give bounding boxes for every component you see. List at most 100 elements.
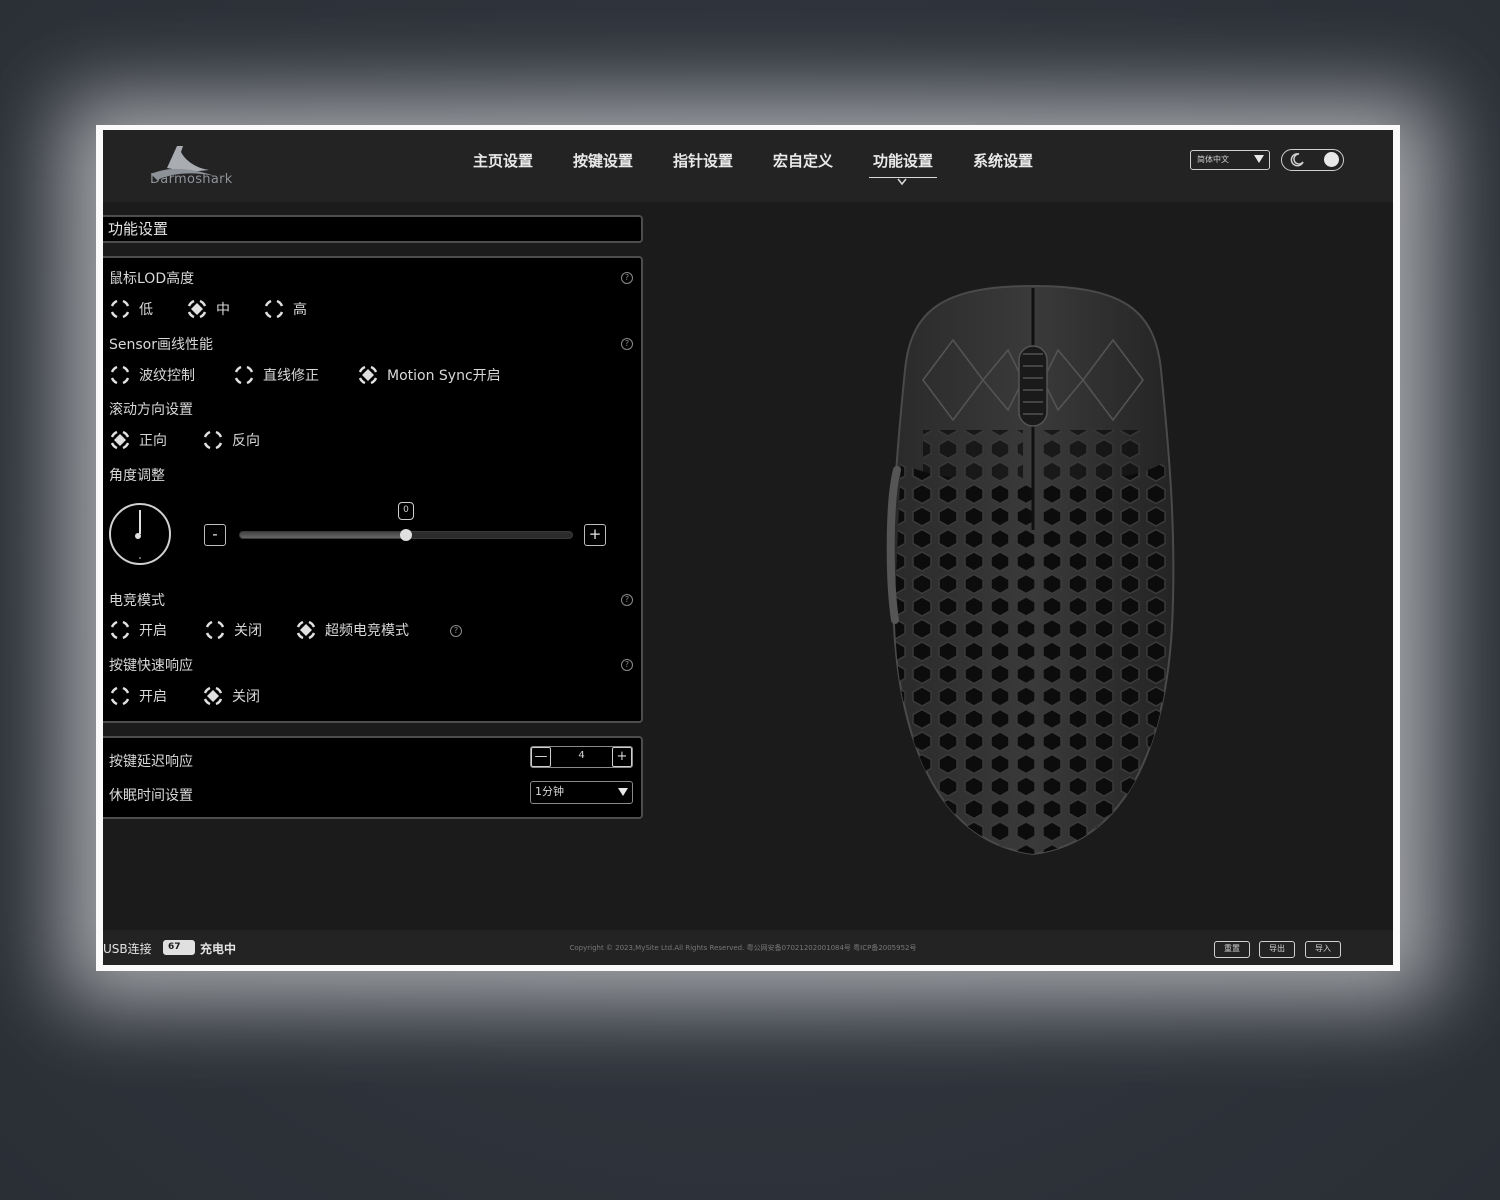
scroll-label: 滚动方向设置 xyxy=(109,402,193,418)
radio-checked-icon xyxy=(295,619,317,641)
delay-decrease-button[interactable]: — xyxy=(531,747,551,767)
fast-response-option-off[interactable]: 关闭 xyxy=(202,685,260,707)
angle-label: 角度调整 xyxy=(109,468,165,484)
radio-unchecked-icon xyxy=(109,364,131,386)
tab-pointer-settings[interactable]: 指针设置 xyxy=(653,150,753,182)
lod-help-icon[interactable]: ? xyxy=(621,272,633,284)
option-label: 波纹控制 xyxy=(139,368,195,384)
sleep-time-select[interactable]: 1分钟 xyxy=(530,781,633,804)
overclock-help-icon[interactable]: ? xyxy=(450,625,462,637)
esports-label: 电竞模式 xyxy=(109,593,165,609)
sun-icon xyxy=(1324,152,1339,167)
esports-help-icon[interactable]: ? xyxy=(621,594,633,606)
esports-option-off[interactable]: 关闭 xyxy=(204,619,262,641)
copyright-text: Copyright © 2023,MySite Ltd.All Rights R… xyxy=(569,944,917,952)
sleep-time-value: 1分钟 xyxy=(535,785,564,798)
delay-label: 按键延迟响应 xyxy=(109,754,193,770)
lod-option-high[interactable]: 高 xyxy=(263,298,307,320)
option-label: 关闭 xyxy=(232,689,260,705)
tab-label: 功能设置 xyxy=(872,152,933,170)
fast-response-label: 按键快速响应 xyxy=(109,658,193,674)
radio-checked-icon xyxy=(357,364,379,386)
fast-response-help-icon[interactable]: ? xyxy=(621,659,633,671)
delay-increase-button[interactable]: + xyxy=(612,747,632,767)
moon-icon xyxy=(1290,153,1304,167)
charging-status: 充电中 xyxy=(200,942,237,956)
chevron-down-icon xyxy=(1254,155,1264,163)
sensor-option-ripple[interactable]: 波纹控制 xyxy=(109,364,195,386)
radio-unchecked-icon xyxy=(202,429,224,451)
scroll-option-reverse[interactable]: 反向 xyxy=(202,429,260,451)
angle-value-bubble: 0 xyxy=(398,502,414,520)
mouse-image xyxy=(886,284,1175,856)
status-bar: USB连接 67 充电中 Copyright © 2023,MySite Ltd… xyxy=(103,930,1393,965)
tab-label: 宏自定义 xyxy=(772,152,833,170)
angle-slider-fill xyxy=(240,532,406,538)
angle-dial-icon xyxy=(109,503,171,565)
scroll-option-forward[interactable]: 正向 xyxy=(109,429,167,451)
connection-status: USB连接 xyxy=(103,942,152,956)
battery-icon: 67 xyxy=(163,940,195,955)
radio-checked-icon xyxy=(202,685,224,707)
theme-toggle[interactable] xyxy=(1281,149,1344,171)
tab-home-settings[interactable]: 主页设置 xyxy=(453,150,553,182)
import-button[interactable]: 导入 xyxy=(1305,941,1341,958)
reset-button[interactable]: 重置 xyxy=(1214,941,1250,958)
tab-label: 主页设置 xyxy=(472,152,533,170)
brand-name: Darmoshark xyxy=(150,172,233,187)
fast-response-option-on[interactable]: 开启 xyxy=(109,685,167,707)
angle-slider-thumb[interactable] xyxy=(400,529,412,541)
esports-option-on[interactable]: 开启 xyxy=(109,619,167,641)
option-label: Motion Sync开启 xyxy=(387,368,501,384)
lod-option-mid[interactable]: 中 xyxy=(186,298,230,320)
page-title: 功能设置 xyxy=(103,215,643,243)
option-label: 高 xyxy=(293,302,307,318)
sensor-help-icon[interactable]: ? xyxy=(621,338,633,350)
tab-label: 系统设置 xyxy=(972,152,1033,170)
window-frame: Darmoshark 主页设置 按键设置 指针设置 宏自定义 功能设置 系统设置… xyxy=(96,125,1400,971)
tab-macro[interactable]: 宏自定义 xyxy=(753,150,853,182)
sensor-option-motion-sync[interactable]: Motion Sync开启 xyxy=(357,364,501,386)
battery-level: 67 xyxy=(168,942,181,952)
radio-unchecked-icon xyxy=(204,619,226,641)
option-label: 关闭 xyxy=(234,623,262,639)
tab-function-settings[interactable]: 功能设置 xyxy=(853,150,953,186)
main-nav: 主页设置 按键设置 指针设置 宏自定义 功能设置 系统设置 xyxy=(453,150,1053,186)
active-tab-chevron-icon xyxy=(897,178,907,186)
radio-unchecked-icon xyxy=(109,298,131,320)
lod-option-low[interactable]: 低 xyxy=(109,298,153,320)
function-settings-panel: 鼠标LOD高度 ? 低 中 高 Sensor画线性能 ? 波纹控制 直线修正 M… xyxy=(103,256,643,723)
radio-checked-icon xyxy=(186,298,208,320)
angle-decrease-button[interactable]: - xyxy=(204,524,226,546)
radio-unchecked-icon xyxy=(109,685,131,707)
sleep-label: 休眠时间设置 xyxy=(109,788,193,804)
option-label: 直线修正 xyxy=(263,368,319,384)
radio-unchecked-icon xyxy=(109,619,131,641)
angle-increase-button[interactable]: + xyxy=(584,524,606,546)
language-select[interactable]: 简体中文 xyxy=(1190,150,1270,170)
tab-label: 按键设置 xyxy=(572,152,633,170)
tab-key-settings[interactable]: 按键设置 xyxy=(553,150,653,182)
tab-label: 指针设置 xyxy=(672,152,733,170)
tab-system-settings[interactable]: 系统设置 xyxy=(953,150,1053,182)
radio-unchecked-icon xyxy=(263,298,285,320)
export-button[interactable]: 导出 xyxy=(1259,941,1295,958)
option-label: 开启 xyxy=(139,623,167,639)
option-label: 反向 xyxy=(232,433,260,449)
option-label: 低 xyxy=(139,302,153,318)
radio-unchecked-icon xyxy=(233,364,255,386)
option-label: 开启 xyxy=(139,689,167,705)
language-value: 简体中文 xyxy=(1197,155,1229,164)
option-label: 正向 xyxy=(139,433,167,449)
app-window: Darmoshark 主页设置 按键设置 指针设置 宏自定义 功能设置 系统设置… xyxy=(103,130,1393,965)
chevron-down-icon xyxy=(618,788,628,796)
sensor-option-angle-snap[interactable]: 直线修正 xyxy=(233,364,319,386)
option-label: 超频电竞模式 xyxy=(325,623,409,639)
lod-label: 鼠标LOD高度 xyxy=(109,271,195,287)
delay-value[interactable]: 4 xyxy=(551,747,612,767)
sensor-label: Sensor画线性能 xyxy=(109,337,213,353)
esports-option-overclock[interactable]: 超频电竞模式 xyxy=(295,619,409,641)
top-bar: Darmoshark 主页设置 按键设置 指针设置 宏自定义 功能设置 系统设置… xyxy=(103,130,1393,202)
delay-stepper: — 4 + xyxy=(530,746,633,768)
radio-checked-icon xyxy=(109,429,131,451)
